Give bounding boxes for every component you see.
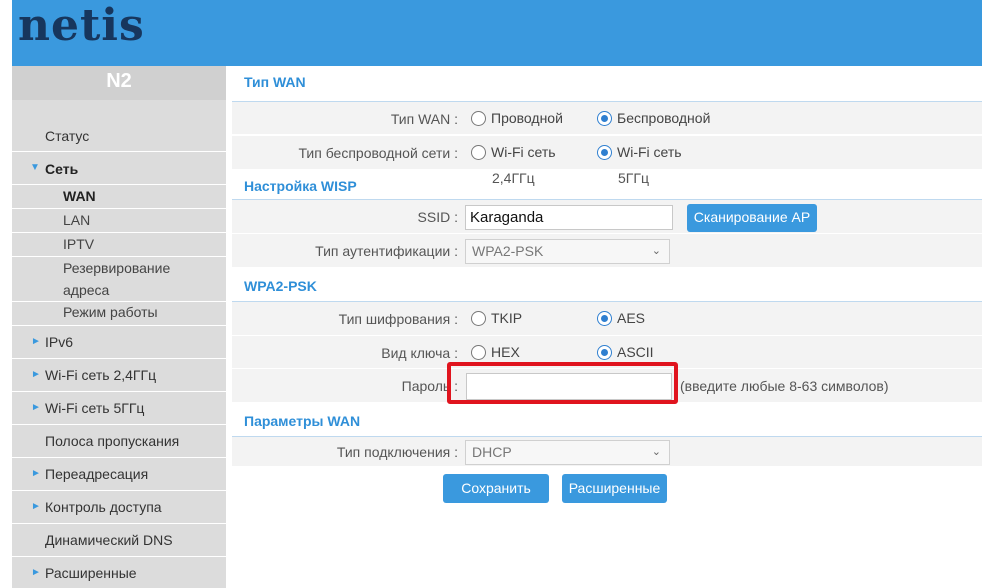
caption-5ghz: 5ГГц (618, 170, 649, 186)
radio-wireless[interactable]: Беспроводной (597, 110, 710, 126)
connection-label: Тип подключения : (336, 444, 458, 460)
scan-ap-button[interactable]: Сканирование AP (687, 204, 817, 232)
header-bar: netis (0, 0, 982, 66)
radio-wifi-24[interactable]: Wi-Fi сеть (471, 144, 556, 160)
sidebar-subitem-label: IPTV (63, 236, 95, 252)
connection-select[interactable]: DHCP ⌄ (465, 440, 670, 465)
radio-label: Wi-Fi сеть (491, 144, 556, 160)
sidebar: N2 Статус ▼ Сеть WAN LAN IPTV Резервиров… (12, 66, 226, 588)
section-wisp: Настройка WISP (232, 170, 982, 200)
sidebar-subitem-reservation[interactable]: Резервирование адреса (12, 257, 226, 302)
arrow-right-icon: ► (31, 567, 41, 578)
sidebar-item-access-control[interactable]: ► Контроль доступа (12, 491, 226, 524)
auth-label: Тип аутентификации : (315, 243, 458, 259)
model-name: N2 (12, 66, 226, 100)
sidebar-item-network[interactable]: ▼ Сеть (12, 152, 226, 185)
sidebar-item-ipv6[interactable]: ► IPv6 (12, 326, 226, 359)
sidebar-subitem-label: LAN (63, 212, 91, 228)
radio-circle[interactable] (471, 310, 486, 326)
sidebar-item-wifi-5[interactable]: ► Wi-Fi сеть 5ГГц (12, 392, 226, 425)
radio-ascii[interactable]: ASCII (597, 344, 654, 360)
sidebar-item-label: Полоса пропускания (45, 433, 180, 449)
arrow-right-icon: ► (31, 336, 41, 347)
row-wan-type: Тип WAN : Проводной Беспроводной (232, 102, 982, 135)
section-wan-params: Параметры WAN (232, 403, 982, 437)
radio-circle-selected[interactable] (597, 110, 612, 126)
sidebar-item-advanced[interactable]: ► Расширенные (12, 557, 226, 588)
sidebar-item-label: Расширенные (45, 565, 137, 581)
radio-wifi-5[interactable]: Wi-Fi сеть (597, 144, 682, 160)
sidebar-item-bandwidth[interactable]: Полоса пропускания (12, 425, 226, 458)
radio-circle-selected[interactable] (597, 310, 612, 326)
sidebar-item-ddns[interactable]: Динамический DNS (12, 524, 226, 557)
radio-circle[interactable] (471, 110, 486, 126)
save-button[interactable]: Сохранить (443, 474, 549, 503)
section-wpa: WPA2-PSK (232, 268, 982, 302)
connection-select-value: DHCP (472, 444, 512, 460)
radio-circle[interactable] (471, 344, 486, 360)
radio-label: Беспроводной (617, 110, 711, 126)
highlight-box (447, 362, 678, 404)
key-type-label: Вид ключа : (381, 345, 458, 361)
arrow-right-icon: ► (31, 369, 41, 380)
row-auth: Тип аутентификации : WPA2-PSK ⌄ (232, 234, 982, 268)
radio-label: ASCII (617, 344, 654, 360)
radio-wired[interactable]: Проводной (471, 110, 563, 126)
radio-label: AES (617, 310, 646, 326)
arrow-right-icon: ► (31, 468, 41, 479)
radio-label: HEX (491, 344, 520, 360)
sidebar-item-label: Wi-Fi сеть 5ГГц (45, 400, 145, 416)
netis-logo: netis (18, 0, 145, 51)
sidebar-item-label: Переадресация (45, 466, 149, 482)
arrow-right-icon: ► (31, 402, 41, 413)
sidebar-subitem-mode[interactable]: Режим работы (12, 302, 226, 326)
sidebar-subitem-wan[interactable]: WAN (12, 185, 226, 209)
arrow-right-icon: ► (31, 501, 41, 512)
header-left-band (0, 0, 12, 66)
row-connection: Тип подключения : DHCP ⌄ (232, 437, 982, 467)
sidebar-subitem-label: Резервирование адреса (63, 260, 171, 298)
auth-select[interactable]: WPA2-PSK ⌄ (465, 239, 670, 264)
encryption-label: Тип шифрования : (338, 311, 458, 327)
radio-label: TKIP (491, 310, 523, 326)
radio-aes[interactable]: AES (597, 310, 645, 326)
caption-24ghz: 2,4ГГц (492, 170, 535, 186)
advanced-button[interactable]: Расширенные (562, 474, 667, 503)
sidebar-item-label: IPv6 (45, 334, 74, 350)
row-wireless-type: Тип беспроводной сети : Wi-Fi сеть Wi-Fi… (232, 136, 982, 170)
sidebar-item-wifi-24[interactable]: ► Wi-Fi сеть 2,4ГГц (12, 359, 226, 392)
chevron-down-icon: ⌄ (651, 245, 661, 257)
sidebar-item-label: Динамический DNS (45, 532, 173, 548)
arrow-down-icon: ▼ (30, 162, 40, 173)
sidebar-item-label: Статус (45, 128, 90, 144)
chevron-down-icon: ⌄ (651, 446, 661, 458)
sidebar-item-status[interactable]: Статус (12, 118, 226, 152)
section-wan-type: Тип WAN (232, 74, 982, 102)
radio-label: Проводной (491, 110, 563, 126)
radio-hex[interactable]: HEX (471, 344, 520, 360)
row-ssid: SSID : Karaganda Сканирование AP (232, 200, 982, 234)
radio-circle-selected[interactable] (597, 144, 612, 160)
wireless-type-label: Тип беспроводной сети : (298, 145, 458, 161)
password-hint: (введите любые 8-63 символов) (680, 378, 889, 394)
radio-label: Wi-Fi сеть (617, 144, 682, 160)
ssid-input[interactable]: Karaganda (465, 205, 673, 230)
radio-circle-selected[interactable] (597, 344, 612, 360)
sidebar-subitem-label: Режим работы (63, 304, 158, 320)
wan-type-label: Тип WAN : (390, 111, 458, 127)
sidebar-item-label: Wi-Fi сеть 2,4ГГц (45, 367, 157, 383)
row-encryption: Тип шифрования : TKIP AES (232, 302, 982, 336)
sidebar-item-label: Сеть (45, 161, 79, 177)
ssid-label: SSID : (417, 209, 458, 225)
radio-circle[interactable] (471, 144, 486, 160)
sidebar-item-label: Контроль доступа (45, 499, 162, 515)
radio-tkip[interactable]: TKIP (471, 310, 522, 326)
sidebar-subitem-lan[interactable]: LAN (12, 209, 226, 233)
sidebar-item-forwarding[interactable]: ► Переадресация (12, 458, 226, 491)
sidebar-subitem-label: WAN (63, 188, 96, 204)
auth-select-value: WPA2-PSK (472, 243, 544, 259)
sidebar-subitem-iptv[interactable]: IPTV (12, 233, 226, 257)
